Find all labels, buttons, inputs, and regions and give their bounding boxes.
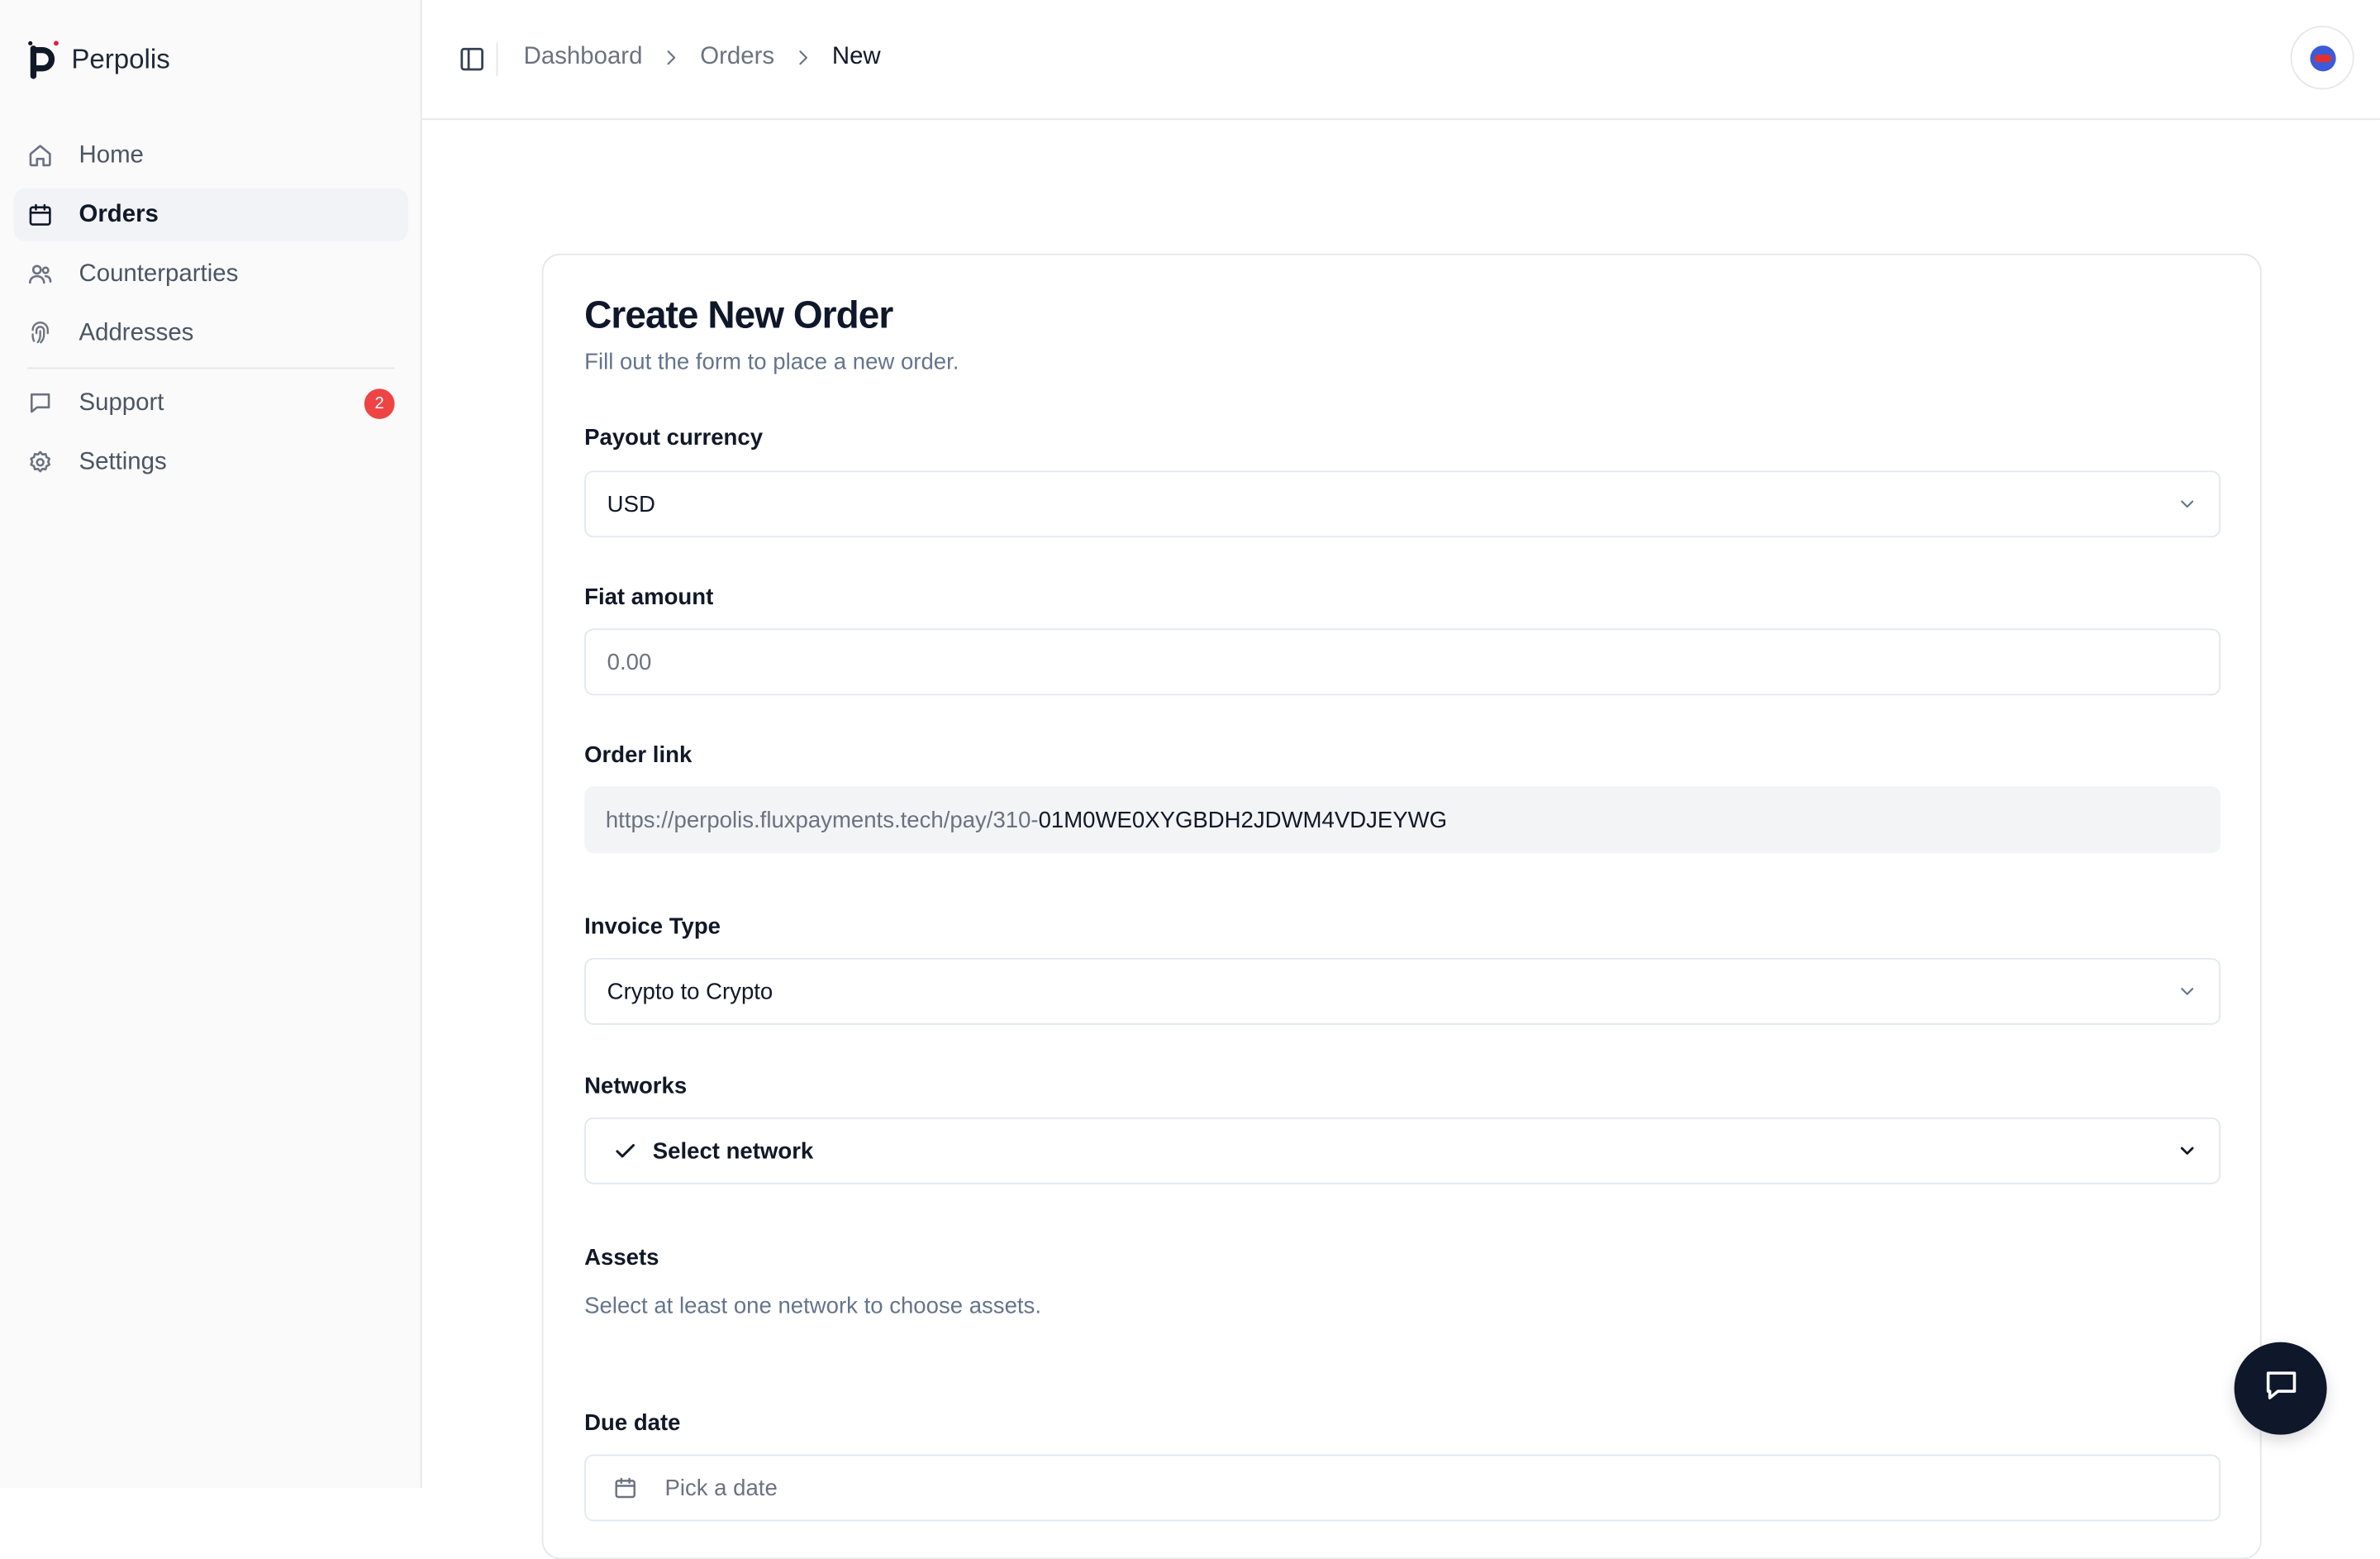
avatar[interactable]	[2290, 26, 2354, 90]
sidebar-item-counterparties[interactable]: Counterparties	[14, 247, 409, 300]
order-link-label: Order link	[584, 742, 693, 769]
app-root: Perpolis Home Orders Counterparties Addr…	[0, 0, 2380, 1559]
perpolis-logo-icon	[27, 40, 60, 79]
networks-label: Networks	[584, 1073, 688, 1099]
top-header: Dashboard Orders New	[421, 0, 2380, 121]
sidebar-item-addresses[interactable]: Addresses	[14, 307, 409, 360]
due-date-label: Due date	[584, 1410, 681, 1437]
chat-button[interactable]	[2234, 1342, 2327, 1435]
chevron-right-icon	[660, 47, 682, 69]
order-link-field[interactable]: https://perpolis.fluxpayments.tech/pay/3…	[584, 786, 2221, 854]
networks-select[interactable]: Select network	[584, 1117, 2221, 1185]
users-icon	[27, 261, 53, 287]
sidebar-item-settings[interactable]: Settings	[14, 436, 409, 489]
chat-icon	[2261, 1365, 2301, 1412]
header-divider	[496, 42, 498, 76]
networks-value: Select network	[652, 1137, 814, 1164]
gear-icon	[27, 450, 53, 475]
payout-currency-value: USD	[607, 491, 655, 517]
sidebar-item-label: Counterparties	[79, 260, 239, 287]
avatar-image	[2309, 45, 2335, 71]
check-icon	[613, 1139, 637, 1163]
order-link-prefix: https://perpolis.fluxpayments.tech/pay/3…	[605, 807, 1039, 833]
sidebar-item-label: Support	[79, 389, 164, 416]
sidebar-item-support[interactable]: Support 2	[14, 377, 409, 430]
sidebar-item-orders[interactable]: Orders	[13, 188, 409, 242]
assets-label: Assets	[584, 1245, 659, 1271]
calendar-icon	[27, 202, 53, 227]
brand[interactable]: Perpolis	[27, 40, 170, 79]
sidebar-divider	[27, 367, 395, 369]
order-link-value: 01M0WE0XYGBDH2JDWM4VDJEYWG	[1038, 807, 1448, 833]
page-description: Fill out the form to place a new order.	[584, 349, 959, 375]
brand-name: Perpolis	[71, 43, 170, 74]
sidebar-item-label: Settings	[79, 448, 167, 474]
support-badge: 2	[364, 389, 395, 419]
sidebar: Perpolis Home Orders Counterparties Addr…	[0, 0, 422, 1488]
breadcrumb-orders[interactable]: Orders	[700, 44, 774, 71]
fiat-amount-field	[584, 628, 2221, 696]
chevron-down-icon	[2177, 493, 2198, 515]
invoice-type-label: Invoice Type	[584, 913, 721, 940]
fiat-amount-label: Fiat amount	[584, 584, 714, 611]
sidebar-item-home[interactable]: Home	[14, 129, 409, 182]
sidebar-item-label: Addresses	[79, 319, 194, 346]
message-icon	[27, 390, 53, 416]
assets-hint: Select at least one network to choose as…	[584, 1293, 1042, 1320]
fingerprint-icon	[27, 321, 53, 346]
sidebar-nav: Home Orders Counterparties Addresses Sup…	[13, 129, 409, 495]
sidebar-item-label: Orders	[79, 201, 159, 227]
chevron-down-icon	[2177, 981, 2198, 1003]
breadcrumb-dashboard[interactable]: Dashboard	[524, 44, 643, 71]
invoice-type-select[interactable]: Crypto to Crypto	[584, 957, 2221, 1025]
fiat-amount-input[interactable]	[607, 649, 2198, 675]
sidebar-toggle-icon[interactable]	[459, 45, 486, 73]
payout-currency-label: Payout currency	[584, 425, 764, 451]
home-icon	[27, 143, 53, 169]
sidebar-item-label: Home	[79, 141, 144, 168]
chevron-right-icon	[793, 47, 814, 69]
create-order-card: Create New Order Fill out the form to pl…	[541, 253, 2262, 1559]
invoice-type-value: Crypto to Crypto	[607, 978, 774, 1004]
page-title: Create New Order	[584, 294, 893, 337]
payout-currency-select[interactable]: USD	[584, 470, 2221, 538]
breadcrumb-current: New	[831, 44, 881, 70]
breadcrumb: Dashboard Orders New	[524, 44, 881, 71]
chevron-down-icon	[2177, 1140, 2198, 1161]
